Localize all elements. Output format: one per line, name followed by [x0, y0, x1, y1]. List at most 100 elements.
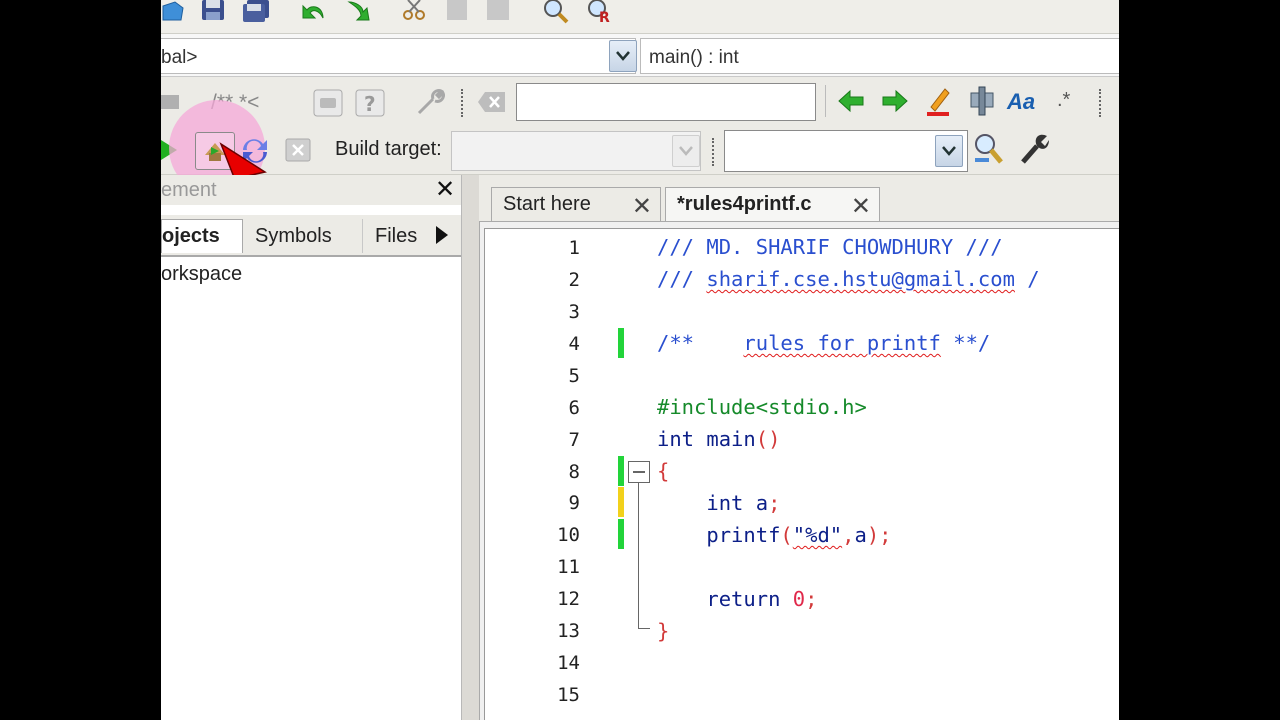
- close-icon[interactable]: ✕: [851, 192, 871, 221]
- code-token: rules for printf: [743, 331, 941, 355]
- search-toolbar: /** *< ? Aa .*: [161, 77, 1119, 126]
- abort-icon[interactable]: [285, 138, 311, 162]
- open-icon[interactable]: [161, 0, 185, 22]
- fold-end: [638, 628, 650, 629]
- help-icon[interactable]: ?: [355, 89, 385, 117]
- find-icon[interactable]: [541, 0, 571, 24]
- highlight-icon[interactable]: [925, 85, 953, 117]
- line-number: 15: [557, 684, 580, 706]
- line-number: 8: [568, 461, 580, 483]
- regex-icon[interactable]: .*: [1057, 89, 1070, 112]
- line-number: 6: [568, 397, 580, 419]
- code-token: ,: [842, 523, 855, 547]
- redo-icon[interactable]: [345, 0, 373, 22]
- toolbar-divider: [825, 85, 829, 117]
- tab-projects-label: ojects: [162, 225, 220, 247]
- tab-symbols[interactable]: Symbols: [245, 219, 363, 253]
- svg-text:?: ?: [364, 92, 376, 116]
- fold-line: [638, 483, 639, 629]
- tab-start-here[interactable]: Start here ✕: [491, 187, 661, 221]
- arrow-left-icon[interactable]: [837, 89, 865, 113]
- code-line-4: /** rules for printf **/: [657, 331, 990, 355]
- main-toolbar: R: [161, 0, 1119, 34]
- line-number: 11: [557, 556, 580, 578]
- function-combo[interactable]: main() : int: [640, 38, 1119, 74]
- code-token: a: [854, 523, 867, 547]
- code-token: /: [1014, 267, 1040, 291]
- close-icon[interactable]: ✕: [632, 192, 652, 221]
- play-icon[interactable]: [435, 225, 449, 245]
- tab-rules4printf[interactable]: *rules4printf.c ✕: [665, 187, 880, 221]
- tab-files[interactable]: Files: [365, 219, 431, 253]
- management-title-bar: ement ✕: [161, 175, 461, 205]
- chevron-down-icon[interactable]: [609, 40, 637, 72]
- tab-symbols-label: Symbols: [255, 224, 332, 247]
- code-token: ;: [768, 491, 781, 515]
- svg-text:R: R: [599, 10, 610, 24]
- selected-text-icon[interactable]: [967, 85, 997, 117]
- codeblocks-window: R bal> main() : int /** *< ? Aa .* Build…: [161, 0, 1119, 720]
- save-icon[interactable]: [199, 0, 227, 22]
- code-token: sharif.cse.hstu@gmail.com: [706, 267, 1015, 291]
- line-number: 13: [557, 620, 580, 642]
- doxywizard-icon[interactable]: [313, 89, 343, 117]
- save-all-icon[interactable]: [241, 0, 271, 22]
- code-token: (): [755, 427, 781, 451]
- code-line-10: printf("%d",a);: [657, 523, 892, 547]
- replace-icon[interactable]: R: [585, 0, 617, 24]
- search-input[interactable]: [516, 83, 816, 121]
- tab-projects[interactable]: ojects: [161, 219, 243, 253]
- chevron-down-icon[interactable]: [672, 135, 700, 167]
- change-marker: [618, 519, 624, 549]
- wrench-icon[interactable]: [1017, 132, 1049, 166]
- magnifier-icon[interactable]: [973, 132, 1005, 166]
- panel-splitter[interactable]: [462, 175, 480, 720]
- code-line-12: return 0;: [657, 587, 817, 611]
- line-number: 4: [568, 333, 580, 355]
- code-editor[interactable]: 1 2 3 4 5 6 7 8 9 10 11 12 13 14 15 /// …: [484, 228, 1119, 720]
- cut-icon[interactable]: [401, 0, 427, 22]
- line-number: 14: [557, 652, 580, 674]
- compiler-select[interactable]: [724, 130, 968, 172]
- copy-icon[interactable]: [445, 0, 471, 22]
- scope-value: bal>: [161, 47, 198, 68]
- code-line-8: {: [657, 459, 670, 483]
- line-number: 2: [568, 269, 580, 291]
- function-value: main() : int: [649, 47, 739, 68]
- management-title: ement: [161, 179, 217, 201]
- arrow-right-icon[interactable]: [881, 89, 909, 113]
- code-token: /**: [657, 331, 744, 355]
- paste-icon[interactable]: [485, 0, 511, 22]
- doc-icon[interactable]: [161, 89, 183, 113]
- line-number: 12: [557, 588, 580, 610]
- match-case-icon[interactable]: Aa: [1007, 89, 1035, 115]
- scope-combo[interactable]: bal>: [161, 38, 637, 74]
- line-gutter: 1 2 3 4 5 6 7 8 9 10 11 12 13 14 15: [485, 229, 655, 720]
- toolbar-separator: [712, 138, 717, 166]
- code-line-9: int a;: [657, 491, 780, 515]
- change-marker: [618, 328, 624, 358]
- code-token: 0: [792, 587, 806, 611]
- code-token: ;: [805, 587, 818, 611]
- wrench-icon[interactable]: [413, 87, 445, 119]
- tree-workspace[interactable]: orkspace: [161, 263, 242, 286]
- tab-rules4printf-label: *rules4printf.c: [677, 193, 812, 215]
- code-token: return: [657, 587, 793, 611]
- tab-files-label: Files: [375, 224, 418, 247]
- code-line-6: #include<stdio.h>: [657, 395, 867, 419]
- fold-toggle[interactable]: [628, 461, 650, 483]
- undo-icon[interactable]: [299, 0, 327, 22]
- build-target-select[interactable]: [451, 131, 701, 171]
- code-token: ///: [657, 267, 707, 291]
- code-token: );: [866, 523, 892, 547]
- line-number: 7: [568, 429, 580, 451]
- code-line-7: int main(): [657, 427, 780, 451]
- code-token: printf: [657, 523, 781, 547]
- code-token: (: [780, 523, 793, 547]
- clear-search-icon[interactable]: [477, 91, 507, 113]
- close-icon[interactable]: ✕: [435, 175, 455, 204]
- code-token: int main: [657, 427, 756, 451]
- chevron-down-icon[interactable]: [935, 135, 963, 167]
- change-marker: [618, 456, 624, 486]
- toolbar-separator: [461, 89, 466, 117]
